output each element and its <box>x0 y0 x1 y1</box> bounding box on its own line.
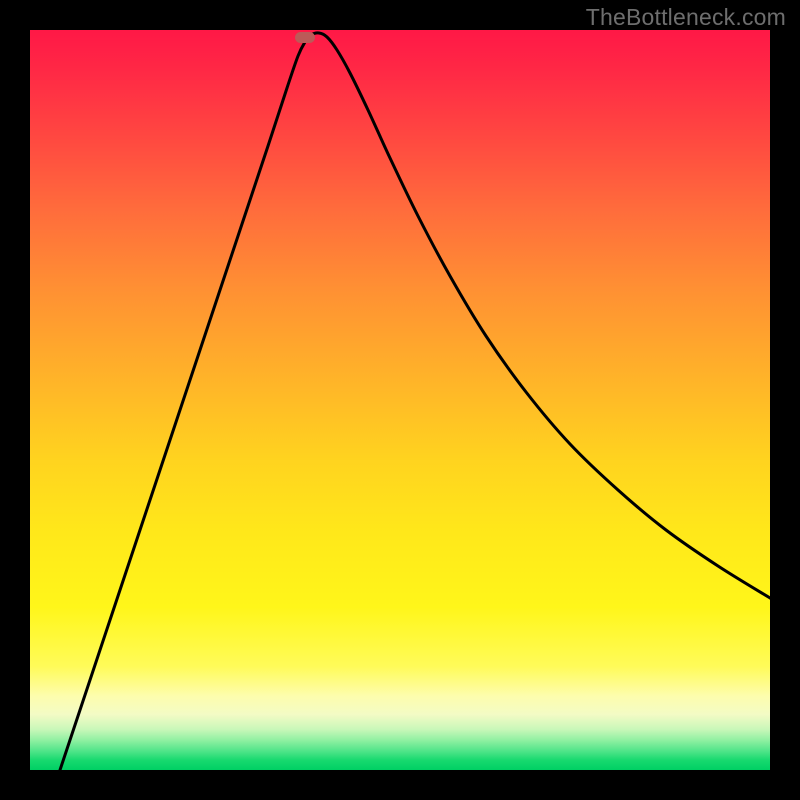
chart-frame: TheBottleneck.com <box>0 0 800 800</box>
watermark-text: TheBottleneck.com <box>586 4 786 31</box>
curve-layer <box>30 30 770 770</box>
plot-area <box>30 30 770 770</box>
optimal-point-marker <box>295 32 315 43</box>
bottleneck-curve <box>60 33 770 770</box>
